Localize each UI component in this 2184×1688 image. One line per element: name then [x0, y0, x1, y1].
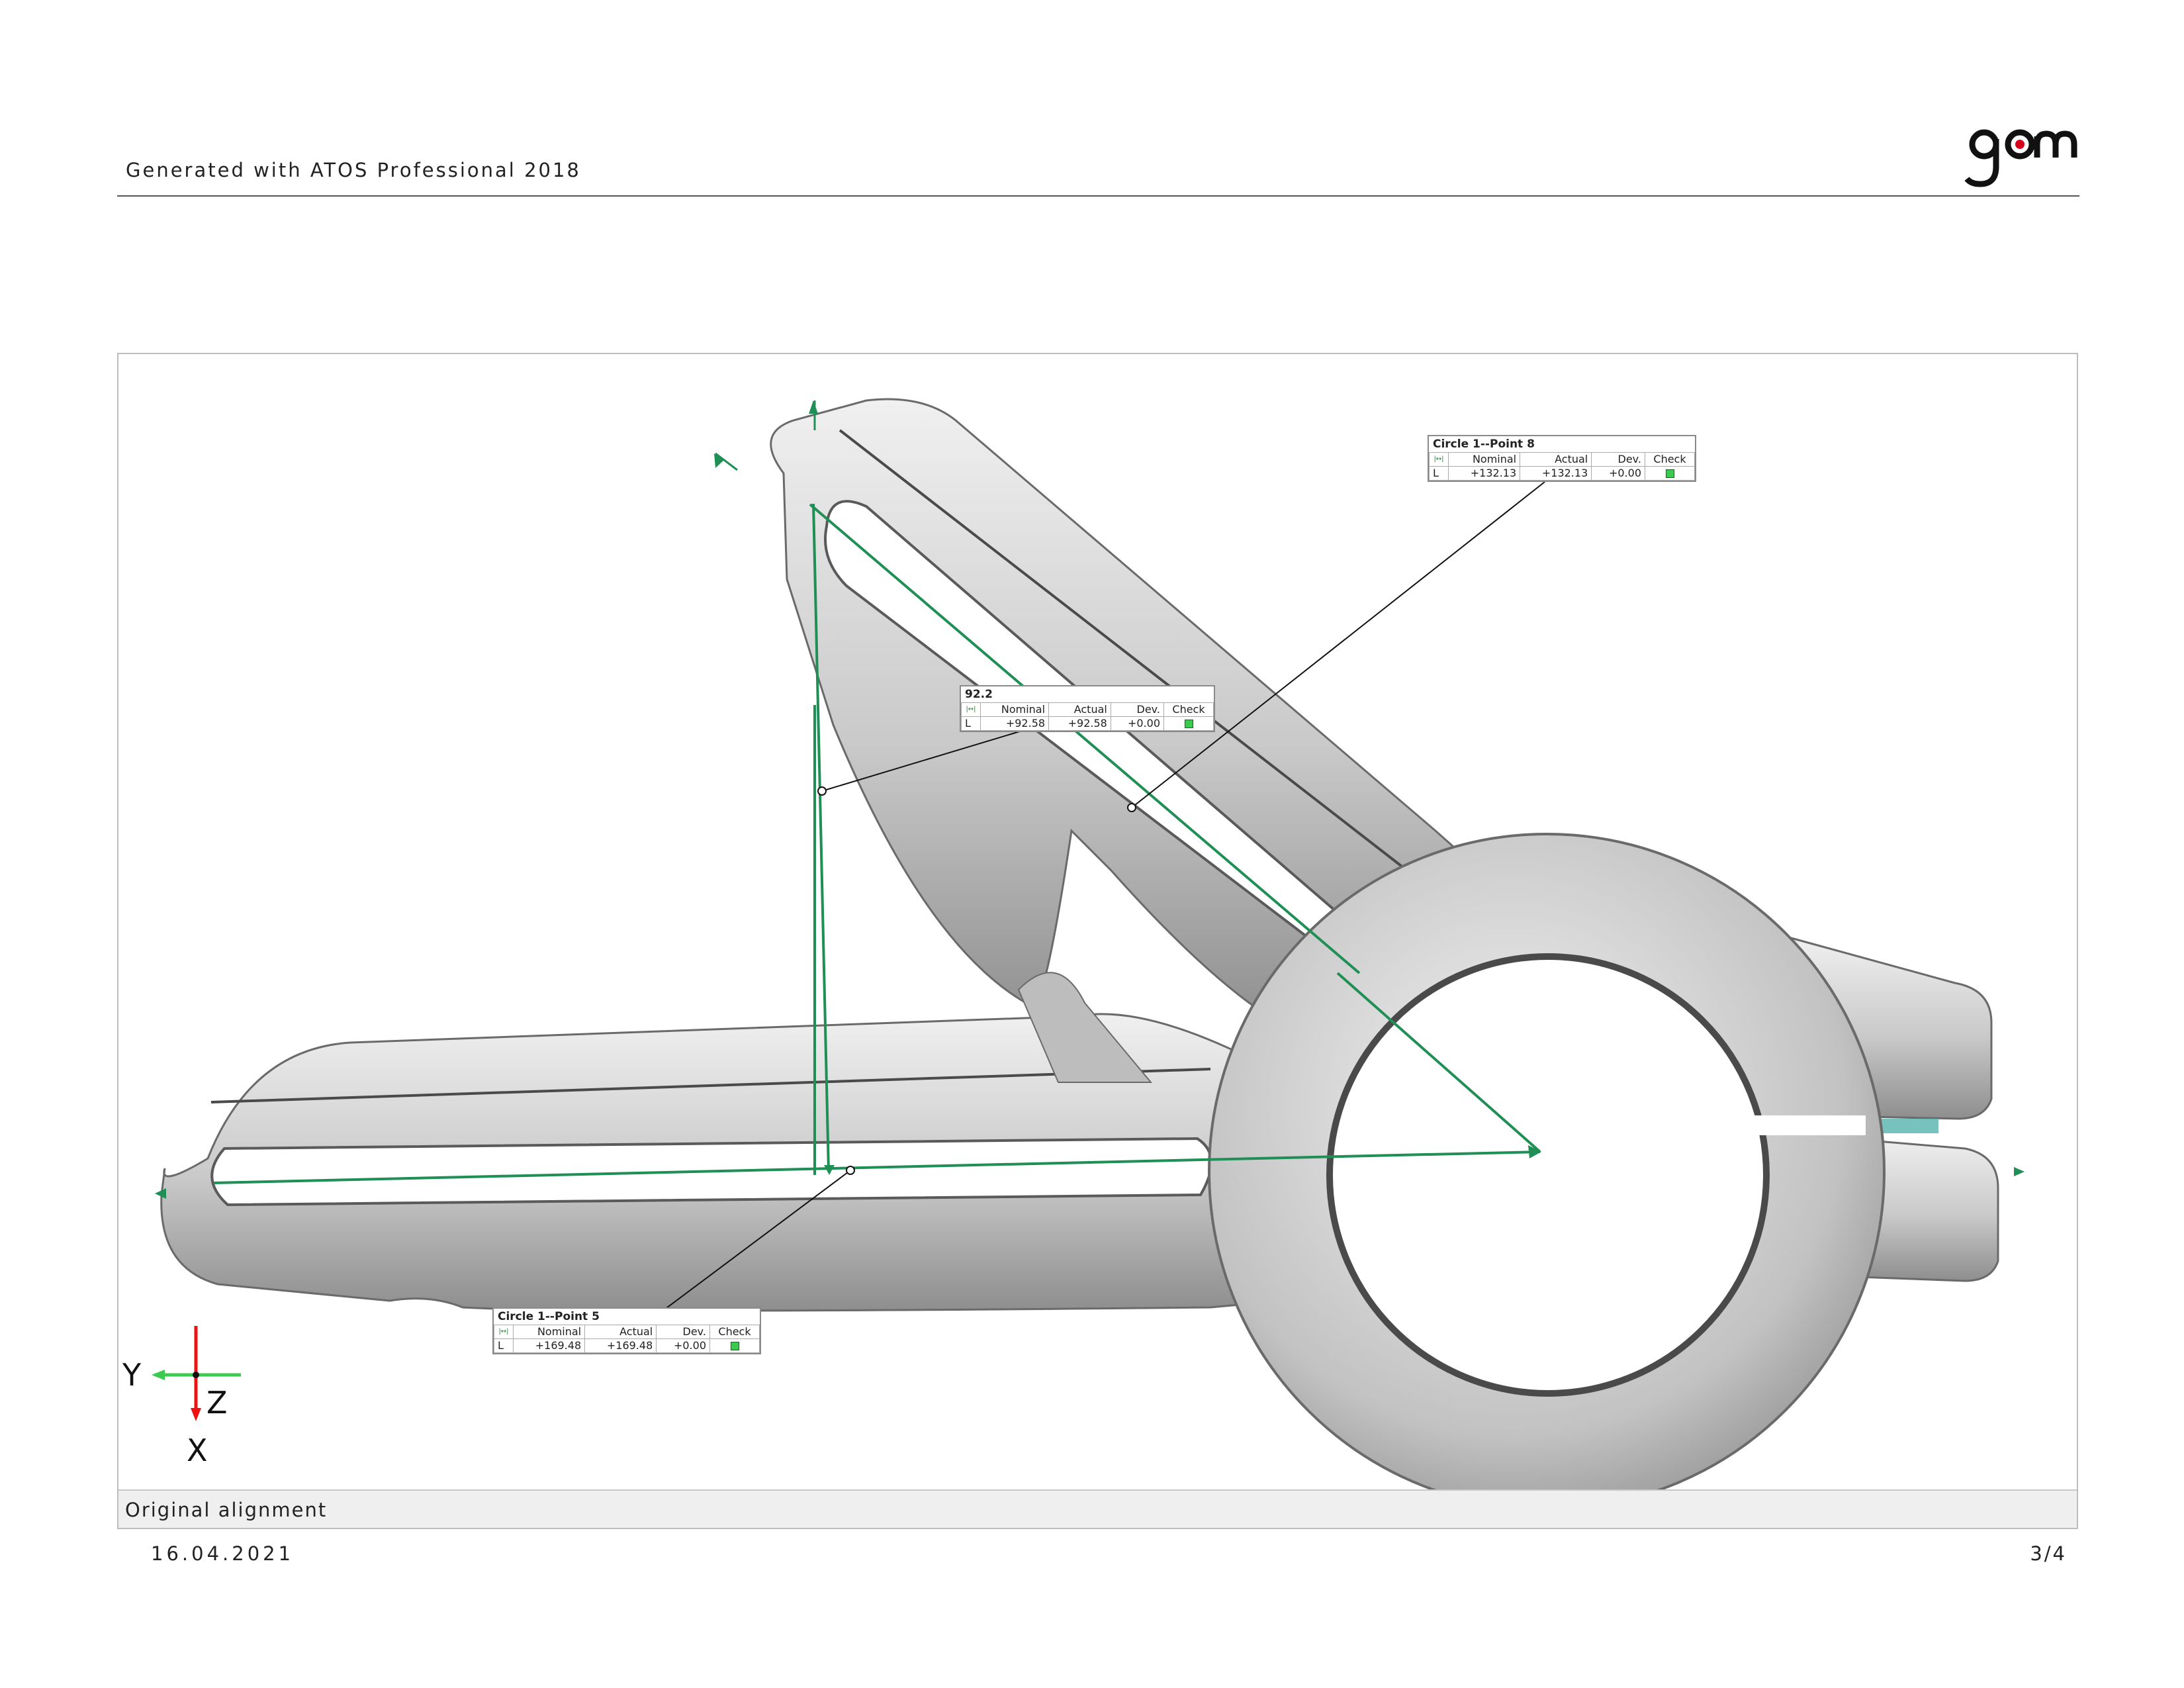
- viewport-caption: Original alignment: [125, 1499, 328, 1521]
- col-actual: Actual: [1520, 452, 1592, 467]
- value-dev: +0.00: [1110, 716, 1165, 731]
- check-ok-icon: [1665, 469, 1674, 478]
- check-status: [1645, 466, 1695, 481]
- distance-icon: |↔|: [961, 702, 981, 717]
- col-check: Check: [709, 1325, 760, 1339]
- axis-triad: Y Z X: [122, 1326, 241, 1468]
- value-actual: +92.58: [1048, 716, 1111, 731]
- check-status: [1163, 716, 1214, 731]
- gom-logo: [1964, 129, 2077, 187]
- label-title: Circle 1--Point 8: [1433, 438, 1535, 451]
- col-nominal: Nominal: [979, 702, 1050, 717]
- col-dev: Dev.: [656, 1325, 710, 1339]
- col-dev: Dev.: [1110, 702, 1165, 717]
- scan-scene: Y Z X: [122, 398, 2025, 1489]
- label-title: Circle 1--Point 5: [498, 1310, 600, 1323]
- ring-slit: [1747, 1115, 1866, 1135]
- hub-bore: [1326, 953, 1770, 1397]
- check-ok-icon: [1184, 720, 1193, 728]
- value-dev: +0.00: [656, 1338, 710, 1353]
- report-date: 16.04.2021: [151, 1542, 295, 1565]
- col-actual: Actual: [1048, 702, 1111, 717]
- value-nominal: +92.58: [979, 716, 1050, 731]
- measurement-label-circle1-point8[interactable]: Circle 1--Point 8 |↔| Nominal Actual Dev…: [1428, 435, 1696, 482]
- check-status: [709, 1338, 760, 1353]
- page-number: 3/4: [2030, 1542, 2067, 1565]
- 3d-viewport[interactable]: Y Z X Circle 1--Point 8 |↔| Nominal Actu…: [117, 353, 2078, 1529]
- label-title: 92.2: [965, 688, 993, 701]
- check-ok-icon: [730, 1342, 739, 1350]
- value-dev: +0.00: [1591, 466, 1645, 481]
- report-header-text: Generated with ATOS Professional 2018: [126, 159, 581, 181]
- value-actual: +132.13: [1520, 466, 1592, 481]
- axis-y-label: Y: [122, 1357, 142, 1393]
- row-type: L: [961, 716, 981, 731]
- value-nominal: +132.13: [1447, 466, 1521, 481]
- col-nominal: Nominal: [1447, 452, 1521, 467]
- row-type: L: [1429, 466, 1449, 481]
- measurement-label-92-2[interactable]: 92.2 |↔| Nominal Actual Dev. Check L +92…: [960, 685, 1215, 732]
- header-rule: [117, 195, 2079, 197]
- value-nominal: +169.48: [512, 1338, 586, 1353]
- value-actual: +169.48: [584, 1338, 657, 1353]
- measurement-label-circle1-point5[interactable]: Circle 1--Point 5 |↔| Nominal Actual Dev…: [492, 1307, 761, 1354]
- distance-icon: |↔|: [494, 1325, 514, 1339]
- col-nominal: Nominal: [512, 1325, 586, 1339]
- row-type: L: [494, 1338, 514, 1353]
- col-check: Check: [1163, 702, 1214, 717]
- distance-icon: |↔|: [1429, 452, 1449, 467]
- col-check: Check: [1645, 452, 1695, 467]
- axis-x-label: X: [187, 1432, 208, 1468]
- axis-z-label: Z: [206, 1385, 228, 1421]
- viewport-caption-bar: Original alignment: [118, 1489, 2077, 1528]
- col-actual: Actual: [584, 1325, 657, 1339]
- col-dev: Dev.: [1591, 452, 1645, 467]
